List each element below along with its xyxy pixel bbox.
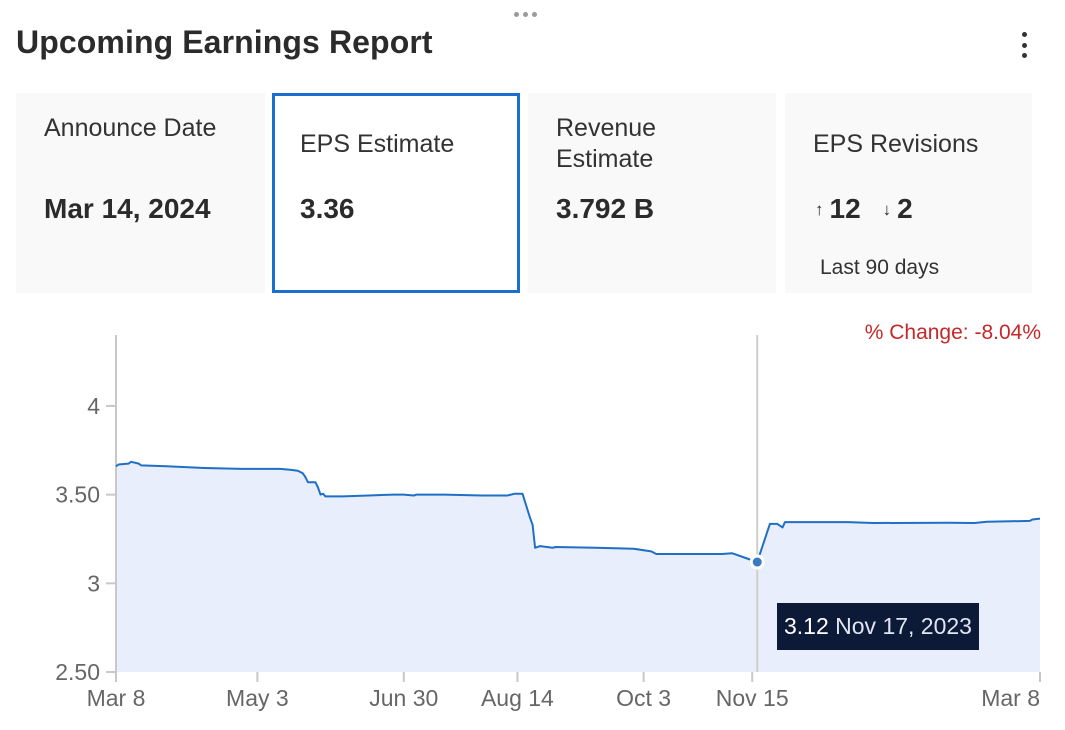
x-axis-ticks: Mar 8 May 3 Jun 30 Aug 14 Oct 3 Nov 15 Mar 8 [87,672,1041,711]
x-tick-label: Aug 14 [481,685,554,711]
y-axis-ticks: 2.50 3 3.50 4 [55,393,116,685]
x-tick-label: Mar 8 [87,685,146,711]
y-tick-label: 3.50 [55,482,100,508]
x-tick-label: Oct 3 [616,685,671,711]
x-tick-label: Jun 30 [369,685,438,711]
x-tick-label: Nov 15 [716,685,789,711]
chart-tooltip: 3.12 Nov 17, 2023 [777,603,979,650]
y-tick-label: 2.50 [55,659,100,685]
y-tick-label: 4 [87,393,100,419]
highlight-point[interactable] [749,554,765,570]
x-tick-label: May 3 [226,685,289,711]
x-tick-label: Mar 8 [981,685,1040,711]
y-tick-label: 3 [87,570,100,596]
tooltip-date: Nov 17, 2023 [835,613,972,639]
tooltip-value: 3.12 [784,613,829,639]
